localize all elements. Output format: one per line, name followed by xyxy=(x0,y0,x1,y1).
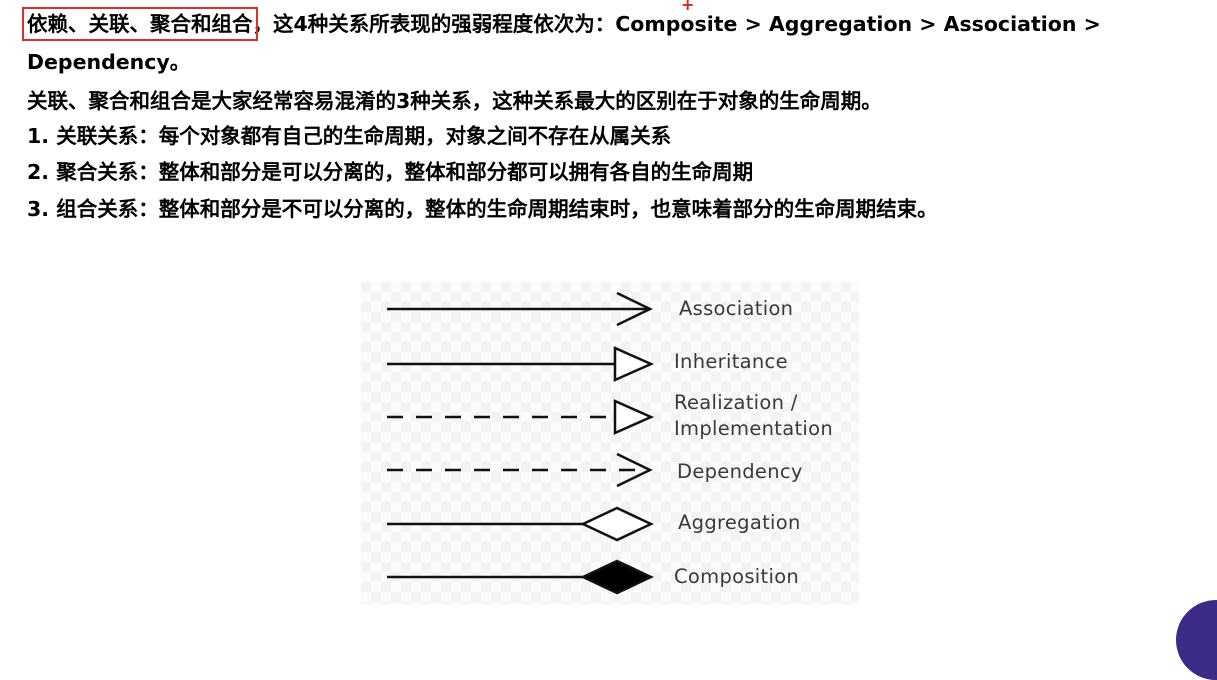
point-composition: 3. 组合关系：整体和部分是不可以分离的，整体的生命周期结束时，也意味着部分的生… xyxy=(27,197,938,221)
dependency-label: Dependency xyxy=(677,460,803,483)
association-label: Association xyxy=(679,297,794,320)
association-arrow xyxy=(387,291,653,327)
composition-arrow xyxy=(387,559,654,595)
corner-decoration xyxy=(1176,600,1217,680)
implementation-label: Implementation xyxy=(674,417,834,440)
uml-relationship-legend: Association Inheritance Realization / Im… xyxy=(361,282,859,604)
realization-label: Realization / xyxy=(674,391,798,414)
point-association: 1. 关联关系：每个对象都有自己的生命周期，对象之间不存在从属关系 xyxy=(27,124,672,148)
summary-line: 关联、聚合和组合是大家经常容易混淆的3种关系，这种关系最大的区别在于对象的生命周… xyxy=(27,89,882,113)
intro-line: 依赖、关联、聚合和组合，这4种关系所表现的强弱程度依次为：Composite >… xyxy=(22,7,1101,41)
plus-marker: + xyxy=(681,0,695,14)
composition-label: Composition xyxy=(674,565,800,588)
realization-arrow xyxy=(387,399,655,435)
aggregation-arrow xyxy=(387,506,654,542)
intro-continued: Dependency。 xyxy=(27,50,191,74)
point-aggregation: 2. 聚合关系：整体和部分是可以分离的，整体和部分都可以拥有各自的生命周期 xyxy=(27,160,754,184)
intro-rest: ，这4种关系所表现的强弱程度依次为：Composite > Aggregatio… xyxy=(252,12,1101,36)
legend-arrows xyxy=(387,291,655,595)
aggregation-label: Aggregation xyxy=(678,511,801,534)
inheritance-label: Inheritance xyxy=(674,350,788,373)
inheritance-arrow xyxy=(387,346,655,382)
highlighted-relations: 依赖、关联、聚合和组合 xyxy=(22,7,258,41)
dependency-arrow xyxy=(387,452,653,488)
